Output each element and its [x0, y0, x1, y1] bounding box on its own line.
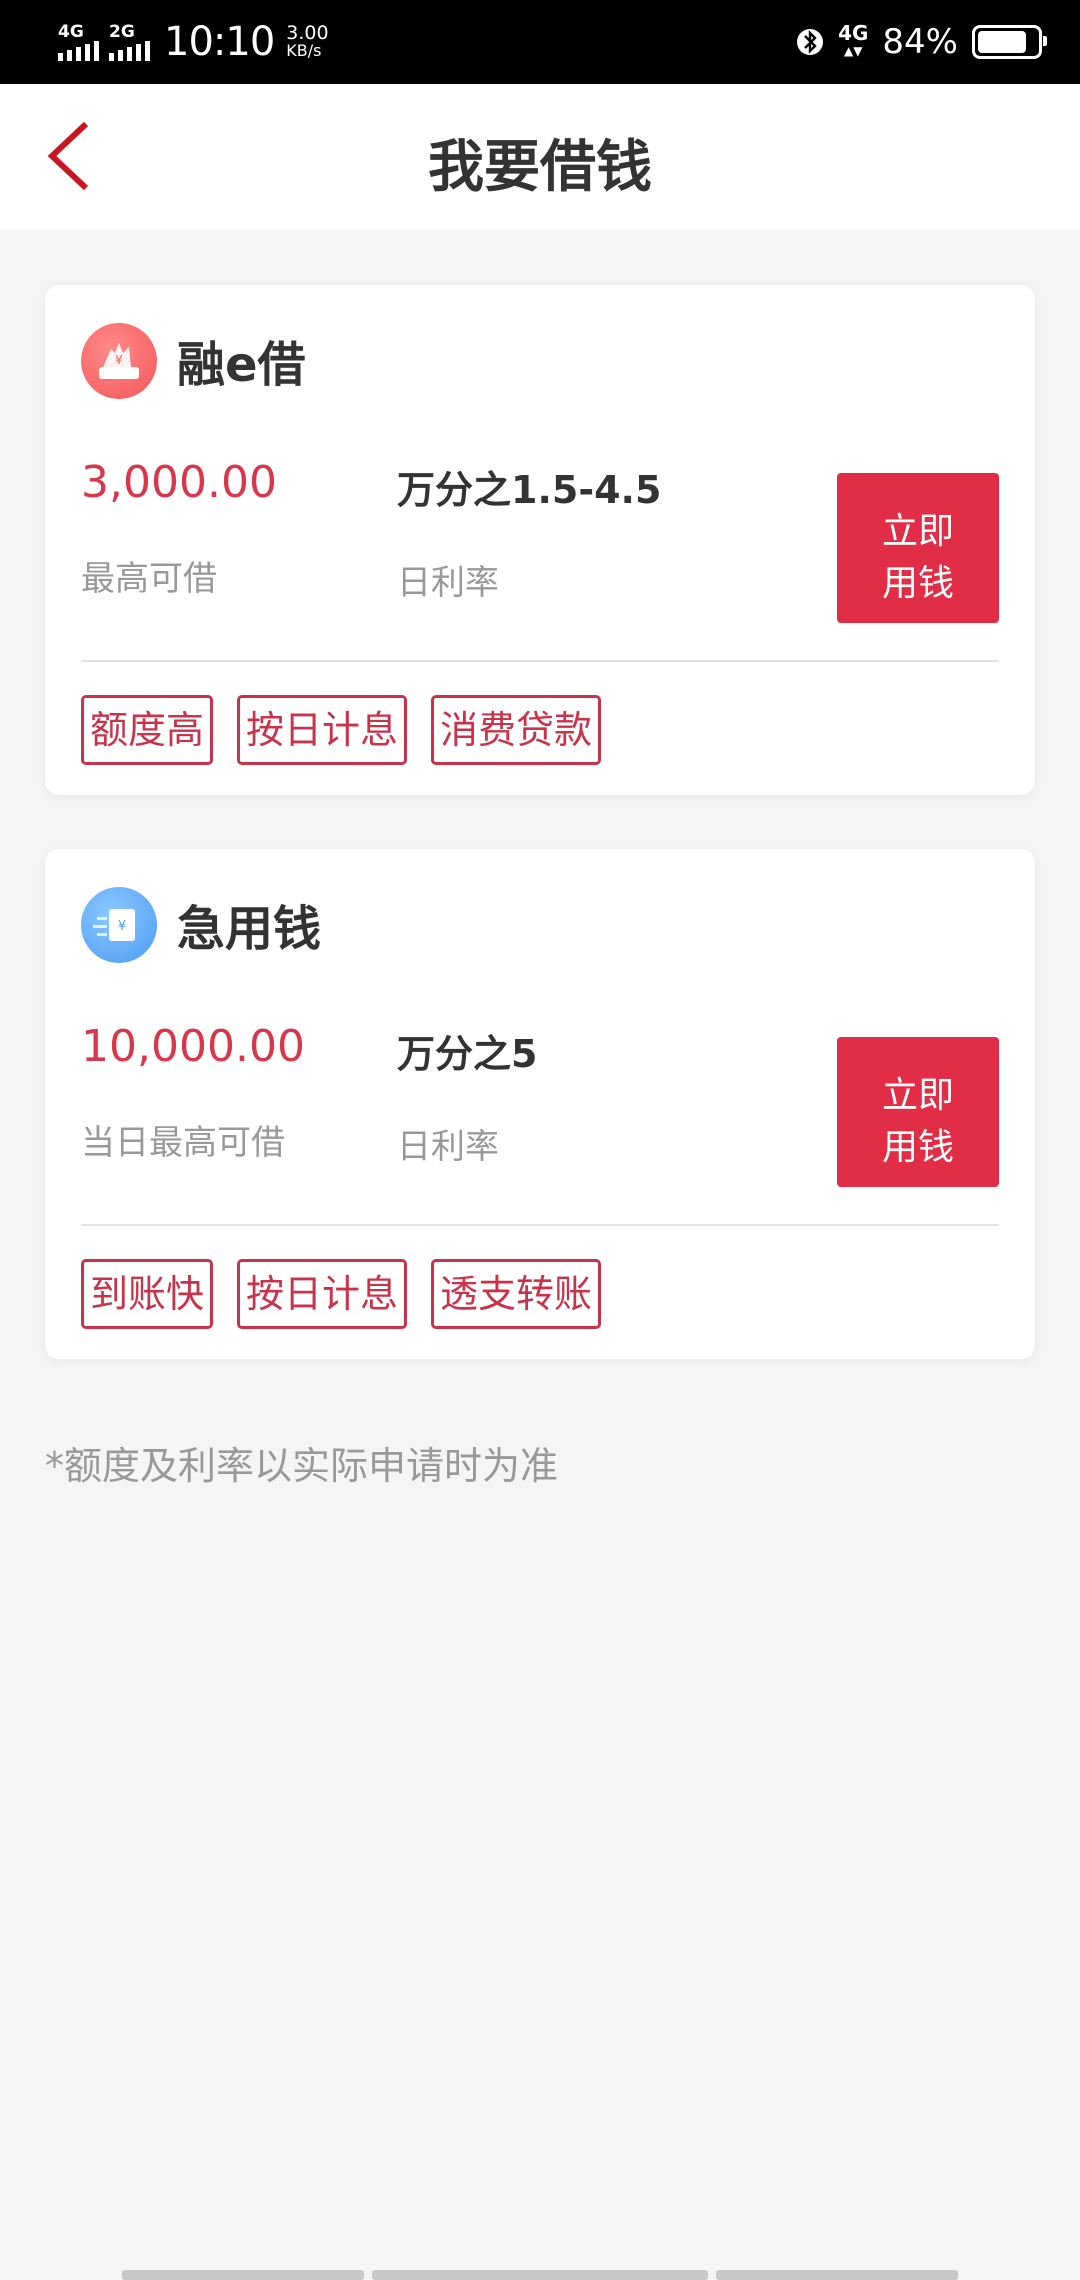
svg-text:¥: ¥	[118, 919, 126, 934]
max-amount-label: 最高可借	[81, 559, 217, 599]
battery-icon	[972, 25, 1047, 59]
max-amount: 10,000.00	[81, 1021, 305, 1072]
daily-rate: 万分之5	[397, 1032, 538, 1076]
cta-line-2: 用钱	[881, 1127, 954, 1168]
use-money-button[interactable]: 立即 用钱	[837, 473, 999, 623]
cta-line-1: 立即	[881, 511, 954, 552]
bottom-indicator	[122, 2270, 364, 2280]
divider	[81, 1224, 999, 1226]
tag: 到账快	[81, 1259, 214, 1329]
tag-list: 额度高 按日计息 消费贷款	[81, 695, 602, 765]
tag: 按日计息	[237, 1259, 408, 1329]
max-amount: 3,000.00	[81, 457, 277, 508]
max-amount-label: 当日最高可借	[81, 1123, 285, 1163]
bottom-indicator	[716, 2270, 958, 2280]
signal-bars-icon	[109, 41, 150, 61]
signal-1: 4G	[58, 23, 99, 61]
nav-header: 我要借钱	[0, 84, 1080, 230]
tag: 消费贷款	[431, 695, 602, 765]
divider	[81, 660, 999, 662]
disclaimer-note: *额度及利率以实际申请时为准	[45, 1444, 559, 1488]
tag: 透支转账	[431, 1259, 602, 1329]
network-right: 4G ▲▼	[838, 21, 869, 60]
network-type-2: 2G	[109, 22, 135, 42]
status-left: 4G 2G 10:10 3.00 KB/s	[58, 14, 329, 70]
signal-bars-icon	[58, 41, 99, 61]
product-name: 融e借	[177, 337, 306, 393]
hand-money-icon: ¥	[81, 323, 157, 399]
product-card-jiyongqian: ¥ 急用钱 10,000.00 当日最高可借 万分之5 日利率 立即 用钱 到账…	[45, 849, 1035, 1359]
page-title: 我要借钱	[428, 135, 652, 200]
use-money-button[interactable]: 立即 用钱	[837, 1037, 999, 1187]
data-arrows-icon: ▲▼	[844, 44, 863, 58]
network-type-1: 4G	[58, 22, 84, 42]
fast-money-icon: ¥	[81, 887, 157, 963]
svg-text:¥: ¥	[115, 353, 123, 367]
daily-rate-label: 日利率	[397, 1127, 499, 1167]
net-speed-value: 3.00	[286, 22, 329, 44]
net-speed: 3.00 KB/s	[286, 22, 329, 60]
signal-2: 2G	[109, 23, 150, 61]
network-right-label: 4G	[838, 21, 869, 45]
bottom-indicator	[372, 2270, 708, 2280]
product-name: 急用钱	[177, 901, 322, 957]
cta-line-2: 用钱	[881, 563, 954, 604]
clock: 10:10	[164, 19, 275, 65]
net-speed-unit: KB/s	[286, 41, 322, 60]
daily-rate-label: 日利率	[397, 563, 499, 603]
tag-list: 到账快 按日计息 透支转账	[81, 1259, 602, 1329]
battery-percent: 84%	[882, 22, 958, 62]
tag: 额度高	[81, 695, 214, 765]
tag: 按日计息	[237, 695, 408, 765]
daily-rate: 万分之1.5-4.5	[397, 468, 662, 512]
status-right: 4G ▲▼ 84%	[796, 14, 1047, 70]
status-bar: 4G 2G 10:10 3.00 KB/s 4G ▲▼ 84%	[0, 0, 1080, 84]
product-card-rongejie: ¥ 融e借 3,000.00 最高可借 万分之1.5-4.5 日利率 立即 用钱…	[45, 285, 1035, 795]
cta-line-1: 立即	[881, 1075, 954, 1116]
bluetooth-icon	[797, 29, 824, 55]
